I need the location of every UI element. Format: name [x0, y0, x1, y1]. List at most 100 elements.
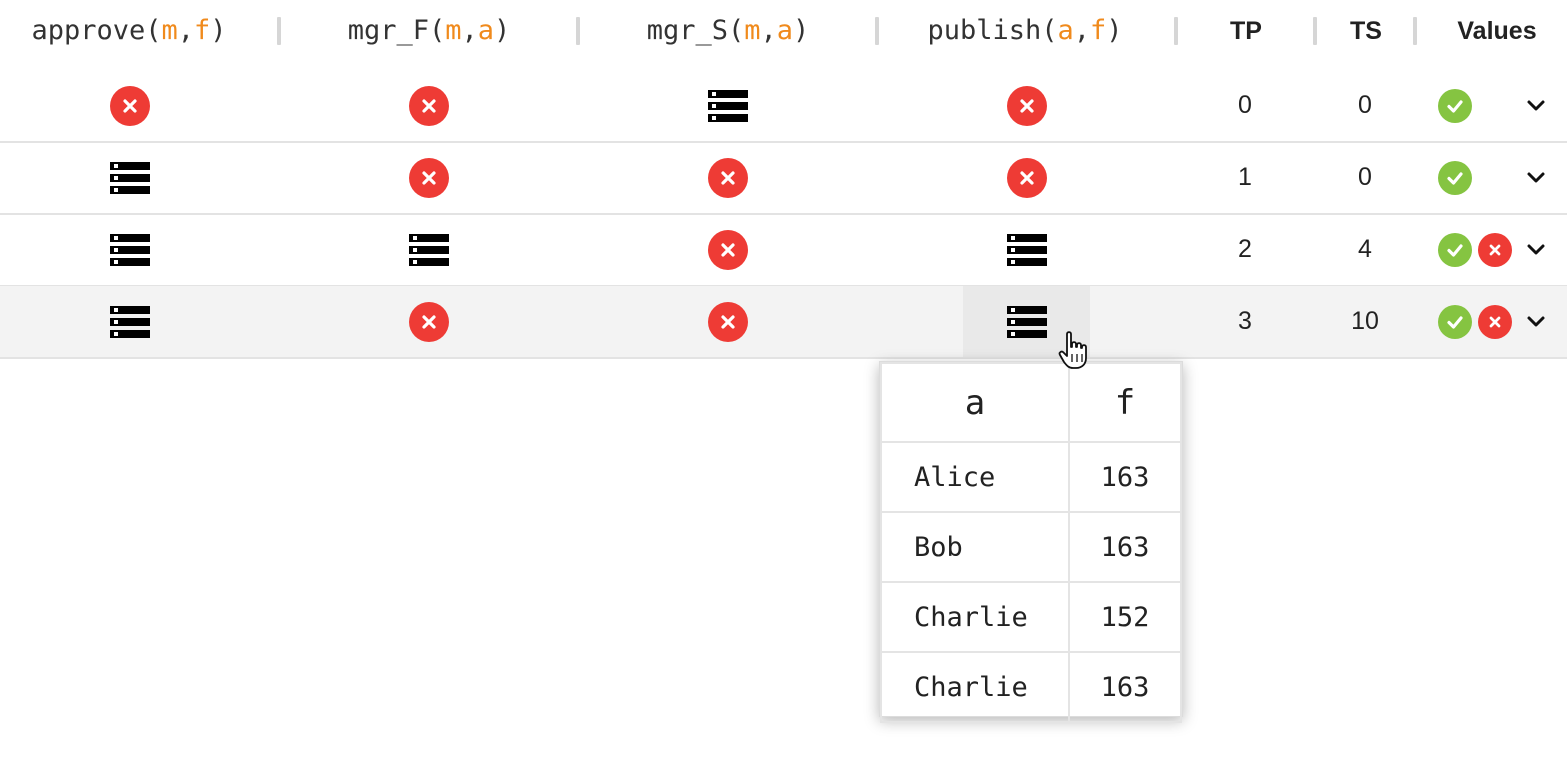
values-status — [1438, 286, 1516, 357]
argument: m — [445, 14, 462, 46]
table-icon[interactable] — [1007, 305, 1047, 338]
paren-open: ( — [428, 14, 446, 46]
check-icon — [1438, 160, 1472, 195]
check-icon — [1438, 304, 1472, 339]
result-cell: 163 — [1068, 441, 1182, 513]
result-cell: Charlie — [880, 651, 1070, 723]
x-icon — [1478, 304, 1512, 339]
predicate-cell[interactable] — [70, 214, 190, 285]
comma: , — [760, 14, 777, 46]
ts-value: 10 — [1351, 307, 1379, 335]
predicate-cell[interactable] — [369, 70, 489, 141]
argument: a — [1057, 14, 1074, 46]
table-icon[interactable] — [110, 305, 150, 338]
x-icon — [409, 85, 449, 126]
values-status — [1438, 214, 1516, 285]
x-icon — [1478, 232, 1512, 267]
hand-pointer-icon — [1058, 331, 1087, 369]
predicate-name: approve — [31, 14, 146, 46]
predicate-cell[interactable] — [668, 214, 788, 285]
result-cell: 152 — [1068, 581, 1182, 653]
column-header-approve[interactable]: approve(m, f) — [0, 10, 258, 50]
table-icon[interactable] — [1007, 233, 1047, 266]
column-header-mgr-s[interactable]: mgr_S(m, a) — [598, 10, 858, 50]
x-icon — [409, 301, 449, 342]
predicate-cell[interactable] — [668, 286, 788, 357]
predicate-cell[interactable] — [70, 70, 190, 141]
predicate-cell[interactable] — [967, 142, 1087, 213]
table-icon[interactable] — [708, 89, 748, 122]
column-divider[interactable] — [1313, 17, 1317, 45]
column-header-ts[interactable]: TS — [1326, 12, 1406, 50]
predicate-cell[interactable] — [668, 142, 788, 213]
column-divider[interactable] — [277, 17, 281, 45]
result-table-row: Charlie 152 — [880, 581, 1182, 653]
expand-row-button[interactable] — [1518, 214, 1554, 285]
expand-row-button[interactable] — [1518, 70, 1554, 141]
table-header: approve(m, f) mgr_F(m, a) mgr_S(m, a) pu… — [0, 0, 1567, 64]
predicate-cell[interactable] — [967, 214, 1087, 285]
x-icon — [1007, 157, 1047, 198]
values-status — [1438, 70, 1516, 141]
result-table: a f Alice 163 Bob 163 Charlie 152 Charli… — [880, 362, 1182, 723]
table-row[interactable]: 24 — [0, 214, 1567, 287]
predicate-cell[interactable] — [369, 142, 489, 213]
chevron-down-icon — [1524, 166, 1548, 190]
result-cell: Charlie — [880, 581, 1070, 653]
ts-value: 4 — [1358, 235, 1372, 263]
check-icon — [1438, 88, 1472, 123]
result-table-popup: a f Alice 163 Bob 163 Charlie 152 Charli… — [879, 361, 1183, 723]
chevron-down-icon — [1524, 238, 1548, 262]
table-row[interactable]: 3 10 — [0, 286, 1567, 359]
table-icon[interactable] — [110, 233, 150, 266]
tp-value: 2 — [1238, 235, 1252, 263]
argument: f — [194, 14, 211, 46]
table-icon[interactable] — [110, 161, 150, 194]
paren-close: ) — [494, 14, 511, 46]
x-icon — [110, 85, 150, 126]
result-column-header: f — [1068, 362, 1182, 443]
table-row[interactable]: 10 — [0, 142, 1567, 215]
table-row[interactable]: 00 — [0, 70, 1567, 143]
predicate-cell[interactable] — [967, 70, 1087, 141]
column-header-values[interactable]: Values — [1432, 12, 1562, 50]
predicate-cell[interactable] — [70, 142, 190, 213]
predicate-cell[interactable] — [70, 286, 190, 357]
x-icon — [409, 157, 449, 198]
column-divider[interactable] — [576, 17, 580, 45]
ts-value: 0 — [1358, 163, 1372, 191]
predicate-cell[interactable] — [369, 214, 489, 285]
values-status — [1438, 142, 1516, 213]
table-icon[interactable] — [409, 233, 449, 266]
argument: a — [477, 14, 495, 46]
predicate-name: publish — [927, 14, 1042, 46]
result-cell: 163 — [1068, 651, 1182, 723]
chevron-down-icon — [1524, 310, 1548, 334]
expand-row-button[interactable] — [1518, 142, 1554, 213]
argument: a — [776, 14, 794, 46]
result-table-row: Charlie 163 — [880, 651, 1182, 723]
tp-value: 3 — [1238, 307, 1252, 335]
ts-value: 0 — [1358, 91, 1372, 119]
column-divider[interactable] — [1413, 17, 1417, 45]
argument: m — [744, 14, 761, 46]
expand-row-button[interactable] — [1518, 286, 1554, 357]
check-icon — [1438, 232, 1472, 267]
column-header-tp[interactable]: TP — [1196, 12, 1296, 50]
predicate-cell[interactable] — [668, 70, 788, 141]
paren-open: ( — [145, 14, 162, 46]
column-divider[interactable] — [875, 17, 879, 45]
predicate-cell[interactable] — [369, 286, 489, 357]
result-column-header: a — [880, 362, 1070, 443]
paren-open: ( — [1041, 14, 1058, 46]
result-cell: 163 — [1068, 511, 1182, 583]
paren-open: ( — [727, 14, 745, 46]
column-header-mgr-f[interactable]: mgr_F(m, a) — [299, 10, 559, 50]
x-icon — [708, 157, 748, 198]
column-header-publish[interactable]: publish(a, f) — [895, 10, 1155, 50]
result-table-header-row: a f — [880, 362, 1182, 443]
comma: , — [1073, 14, 1091, 46]
argument: f — [1090, 14, 1107, 46]
column-divider[interactable] — [1174, 17, 1178, 45]
result-table-row: Bob 163 — [880, 511, 1182, 583]
